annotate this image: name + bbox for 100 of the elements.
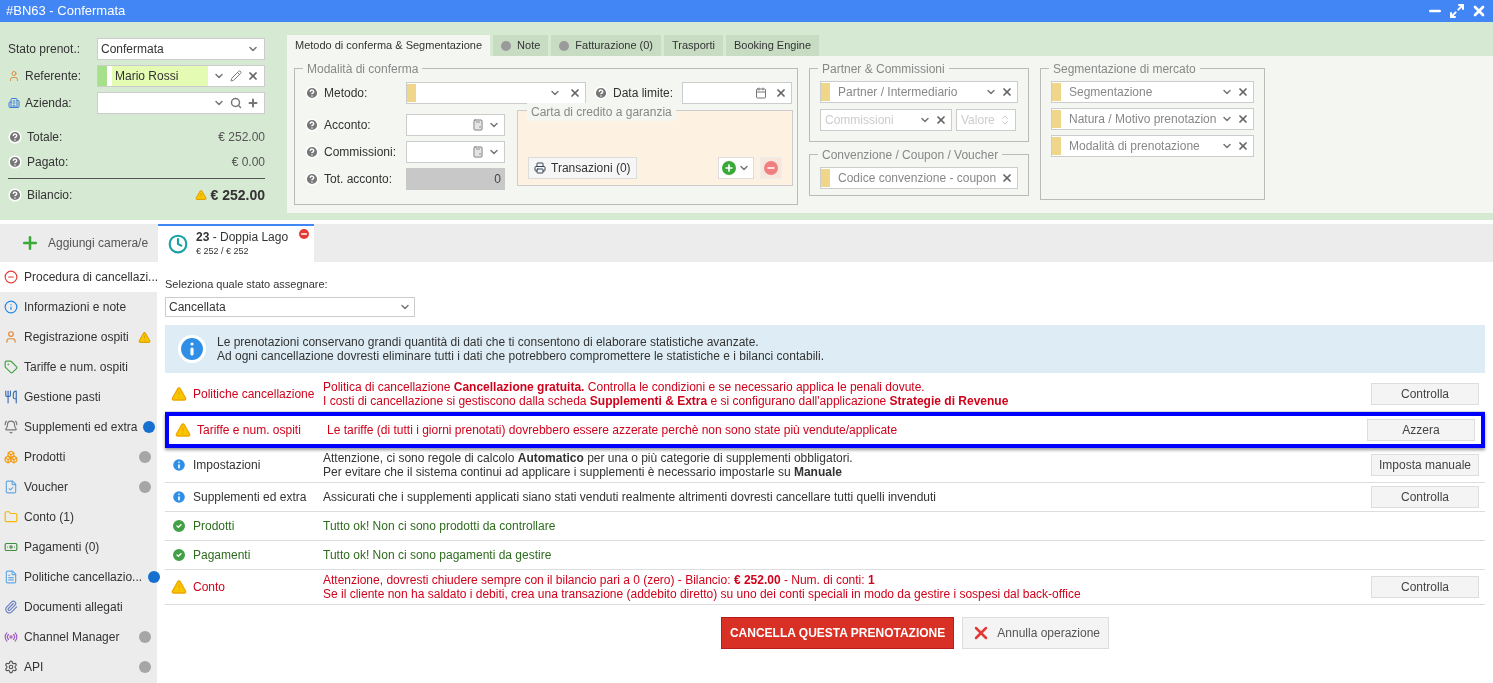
check-button[interactable]: Controlla [1371,382,1479,405]
date-field[interactable] [682,81,793,104]
check-message: Tutto ok! Non ci sono pagamenti da gestire [323,547,553,562]
sidebar-item[interactable]: Informazioni e note [0,292,157,322]
tab[interactable]: Metodo di conferma & Segmentazione [287,35,491,56]
sidebar-item[interactable]: Conto (1) [0,502,157,532]
tab[interactable]: Booking Engine [726,35,820,56]
add-menu-button[interactable] [718,157,754,179]
total-label: Totale: [27,128,63,146]
sidebar-item[interactable]: Pagamenti (0) [0,532,157,562]
check-title: Impostazioni [193,456,261,474]
marker-icon [1052,110,1061,128]
total-value: € 252.00 [218,128,265,146]
clear-icon [1001,172,1013,184]
number-field[interactable] [406,140,505,163]
check-title: Tariffe e num. ospiti [197,421,301,439]
total-label: Pagato: [27,153,69,171]
total-value: € 252.00 [210,185,265,205]
total-label: Bilancio: [27,187,73,204]
group-legend: Carta di credito a garanzia [527,103,676,121]
sidebar-item[interactable]: Procedura di cancellazi... [0,262,157,292]
sidebar-item[interactable]: Politiche cancellazio... [0,562,157,592]
warning-icon [171,385,187,402]
clear-icon [775,86,788,99]
check-message: Politica di cancellazione Cancellazione gratuita. Controlla le condizioni e se necessario applica le penali dovute. [323,379,926,394]
sidebar-item[interactable]: Gestione pasti [0,382,157,412]
edit-icon[interactable] [230,69,242,82]
help-icon [305,171,319,186]
field-label: Stato prenot.: [8,40,81,58]
add-icon [20,233,40,253]
sidebar-item[interactable]: API [0,652,157,682]
clock-icon [168,234,188,254]
state-label: Seleziona quale stato assegnare: [165,277,329,292]
sidebar-item[interactable]: Tariffe e num. ospiti [0,352,157,382]
check-button[interactable]: Controlla [1371,575,1479,598]
check-button[interactable]: Azzera [1367,418,1475,441]
sidebar-item[interactable]: Supplementi ed extra [0,412,157,442]
tab[interactable]: Fatturazione (0) [551,35,661,56]
field-label: Azienda: [25,94,72,112]
warning-icon [175,421,191,438]
check-button[interactable]: Controlla [1371,485,1479,508]
add-room-link[interactable]: Aggiungi camera/e [48,234,149,252]
maximize-icon[interactable] [1449,3,1465,19]
remove-icon[interactable] [299,229,309,239]
field-label: Acconto: [324,116,371,134]
number-field[interactable] [406,113,505,136]
transactions-button[interactable]: Transazioni (0) [528,157,637,179]
field-label: Metodo: [324,84,368,102]
help-icon [594,85,608,100]
marker-icon [1052,83,1061,101]
select-field[interactable]: Modalità di prenotazione [1051,135,1254,157]
status-marker-icon [98,65,107,86]
check-message: Tutto ok! Non ci sono prodotti da controllare [323,518,557,533]
select-field[interactable]: Confermata [97,37,265,60]
sidebar-item[interactable]: Channel Manager [0,622,157,652]
help-icon [8,188,22,202]
sidebar-item[interactable]: Voucher [0,472,157,502]
coupon-field[interactable]: Codice convenzione - coupon [820,167,1018,189]
check-button[interactable]: Imposta manuale [1371,453,1479,476]
help-icon [305,117,319,132]
clear-icon [1237,140,1249,152]
select-field[interactable]: Partner / Intermediario [820,81,1018,103]
warning-icon [194,189,207,201]
remove-button[interactable] [760,157,782,179]
check-title: Prodotti [193,517,235,535]
state-select[interactable]: Cancellata [165,296,415,317]
select-field[interactable] [97,91,265,114]
help-icon [305,85,319,100]
field-label: Tot. acconto: [324,170,393,188]
info-icon [177,333,207,364]
calendar-icon [755,86,768,99]
marker-icon [1052,137,1061,155]
help-icon [8,154,22,169]
room-tab[interactable]: 23 - Doppia Lago € 252 / € 252 [158,224,314,262]
tab[interactable]: Trasporti [664,35,723,56]
select-field[interactable] [406,81,586,104]
select-field[interactable]: Mario Rossi [97,64,265,87]
select-field[interactable]: Natura / Motivo prenotazion [1051,108,1254,130]
sidebar-item[interactable]: Prodotti [0,442,157,472]
close-icon[interactable] [1471,3,1487,19]
item-icon [4,270,18,284]
sidebar-item[interactable]: Registrazione ospiti [0,322,157,352]
item-icon [4,390,18,404]
add-icon[interactable] [247,96,259,109]
item-icon [4,630,18,644]
item-icon [4,600,18,614]
check-icon [171,517,187,534]
tab[interactable]: Note [493,35,549,56]
field-label: Referente: [25,67,82,85]
item-icon [4,540,18,554]
select-field[interactable]: Segmentazione [1051,81,1254,103]
check-message: Per evitare che il sistema continui ad applicare i supplementi è necessario impostarle su Manuale [323,464,842,479]
sidebar-item[interactable]: Documenti allegati [0,592,157,622]
check-icon [171,546,187,563]
cancel-booking-button[interactable]: CANCELLA QUESTA PRENOTAZIONE [720,616,955,649]
info-text: Ad ogni cancellazione dovresti eliminare tutti i dati che potrebbero compromettere le statistiche e i bilanci contabili. [217,348,824,363]
help-icon [305,144,319,159]
marker-icon [821,83,830,101]
search-icon[interactable] [230,96,242,109]
abort-button[interactable]: Annulla operazione [962,616,1110,649]
